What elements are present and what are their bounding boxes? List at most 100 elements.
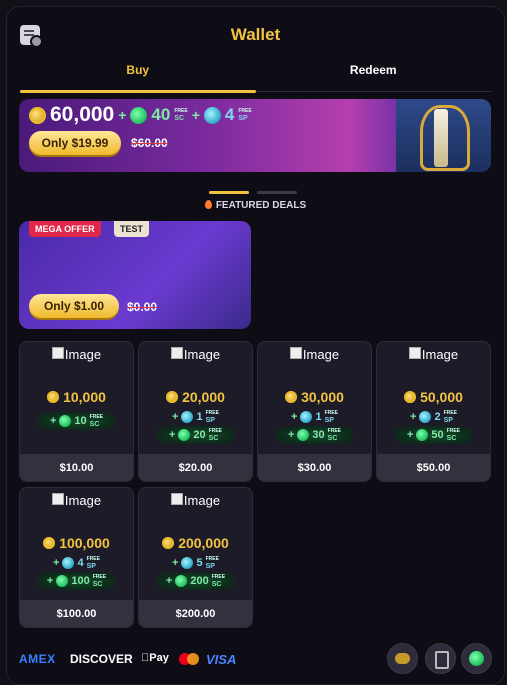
package-coin-amount: 100,000 [20, 535, 133, 551]
plus-sign: + [191, 107, 200, 123]
sweeps-point-icon [181, 557, 194, 569]
sweeps-coin-icon [56, 575, 69, 587]
mastercard-logo [179, 653, 201, 665]
free-sc-tag: FREE SC [327, 428, 342, 442]
package-price-button[interactable]: $100.00 [20, 600, 133, 627]
free-sc-tag: FREE SC [211, 574, 226, 588]
package-image: Image [20, 493, 133, 508]
apple-pay-logo: Pay [141, 652, 169, 664]
page-title: Wallet [230, 25, 281, 44]
package-price-button[interactable]: $10.00 [20, 454, 133, 481]
broken-image-icon [289, 347, 302, 359]
package-sp-amount: +5 FREE SP [172, 556, 219, 570]
featured-deals-heading: FEATURED DEALS [7, 200, 504, 211]
package-sc-amount: +100 FREE SC [38, 572, 115, 590]
package-price-button[interactable]: $200.00 [139, 600, 252, 627]
package-coin-amount: 10,000 [20, 389, 133, 405]
sweeps-coin-icon [178, 429, 191, 441]
package-card[interactable]: Image 100,000 +4 FREE SP +100 FREE SC $100.00 [19, 487, 134, 628]
package-card[interactable]: Image 10,000 +10 FREE SC $10.00 [19, 341, 134, 482]
package-image: Image [377, 347, 490, 362]
package-sc-amount: +200 FREE SC [157, 572, 234, 590]
package-price-button[interactable]: $50.00 [377, 454, 490, 481]
free-sp-tag: FREE SP [205, 556, 219, 570]
sweeps-point-icon [419, 411, 432, 423]
sweeps-coin-icon [59, 415, 72, 427]
package-coin-amount: 200,000 [139, 535, 252, 551]
package-card[interactable]: Image 200,000 +5 FREE SP +200 FREE SC $200.00 [138, 487, 253, 628]
free-sp-tag: FREE SP [205, 410, 219, 424]
package-sc-amount: +20 FREE SC [157, 426, 234, 444]
package-sc-amount: +10 FREE SC [38, 412, 115, 430]
gold-coin-icon [404, 391, 417, 403]
mega-offer-badge: MEGA OFFER [29, 221, 101, 237]
free-sp-tag: FREE SP [86, 556, 100, 570]
gold-coin-icon [162, 537, 175, 549]
package-coin-amount: 30,000 [258, 389, 371, 405]
hero-buy-button[interactable]: Only $19.99 [29, 131, 121, 155]
active-tab-indicator [20, 90, 256, 93]
hero-sc-amount: 40 [151, 105, 171, 124]
document-button[interactable] [425, 643, 456, 674]
package-image: Image [139, 347, 252, 362]
package-card[interactable]: Image 50,000 +2 FREE SP +50 FREE SC $50.00 [376, 341, 491, 482]
free-sp-tag: FREE SP [324, 410, 338, 424]
sweeps-coin-icon [130, 106, 148, 124]
sweeps-point-icon [62, 557, 75, 569]
sweeps-point-icon [203, 106, 221, 124]
footer: AMEX DISCOVER Pay VISA [19, 643, 492, 674]
sweeps-coin-button[interactable] [461, 643, 492, 674]
tab-buy[interactable]: Buy [20, 63, 256, 77]
package-sp-amount: +1 FREE SP [291, 410, 338, 424]
flame-icon [204, 200, 212, 209]
mega-offer-card[interactable]: MEGA OFFER TEST Only $1.00 $0.00 [19, 221, 251, 329]
package-price-button[interactable]: $20.00 [139, 454, 252, 481]
amex-logo: AMEX [19, 652, 56, 666]
package-price-button[interactable]: $30.00 [258, 454, 371, 481]
free-sc-tag: FREE SC [208, 428, 223, 442]
package-image: Image [258, 347, 371, 362]
gold-coin-icon [285, 391, 298, 403]
hero-offer-banner[interactable]: 60,000 + 40 FREE SC + 4 FREE SP Only $19.9… [19, 99, 491, 172]
sweeps-coin-icon [416, 429, 429, 441]
package-image: Image [20, 347, 133, 362]
hero-reward-row: 60,000 + 40 FREE SC + 4 FREE SP [29, 103, 252, 127]
package-card[interactable]: Image 20,000 +1 FREE SP +20 FREE SC $20.00 [138, 341, 253, 482]
carousel-dot-active[interactable] [209, 191, 249, 194]
broken-image-icon [408, 347, 421, 359]
visa-logo: VISA [206, 652, 237, 667]
free-sc-tag: FREE SC [92, 574, 107, 588]
package-coin-amount: 20,000 [139, 389, 252, 405]
broken-image-icon [170, 493, 183, 505]
hero-coin-amount: 60,000 [50, 103, 115, 126]
carousel-dot[interactable] [257, 191, 297, 194]
free-sc-tag: FREE SC [89, 414, 104, 428]
free-sp-tag: FREE SP [443, 410, 457, 424]
free-sp-tag: FREE SP [238, 108, 252, 122]
package-image: Image [139, 493, 252, 508]
gold-coin-icon [29, 106, 46, 124]
hero-sp-amount: 4 [224, 105, 235, 124]
chat-icon [395, 653, 410, 664]
hero-original-price: $60.00 [131, 136, 168, 150]
sweeps-coin-icon [175, 575, 188, 587]
mega-offer-original-price: $0.00 [127, 300, 158, 314]
package-sc-amount: +50 FREE SC [395, 426, 472, 444]
package-sp-amount: +2 FREE SP [410, 410, 457, 424]
document-icon [435, 651, 449, 669]
sweeps-point-icon [300, 411, 313, 423]
sweeps-coin-icon [469, 651, 484, 666]
mega-offer-buy-button[interactable]: Only $1.00 [29, 294, 119, 318]
gold-coin-icon [47, 391, 60, 403]
chat-button[interactable] [387, 643, 418, 674]
package-sp-amount: +4 FREE SP [53, 556, 100, 570]
header: Wallet [7, 7, 504, 61]
tab-redeem[interactable]: Redeem [256, 63, 492, 77]
gold-coin-icon [43, 537, 56, 549]
test-badge: TEST [114, 221, 150, 237]
package-card[interactable]: Image 30,000 +1 FREE SP +30 FREE SC $30.00 [257, 341, 372, 482]
plus-sign: + [118, 107, 127, 123]
free-sc-tag: FREE SC [446, 428, 461, 442]
package-sp-amount: +1 FREE SP [172, 410, 219, 424]
broken-image-icon [170, 347, 183, 359]
